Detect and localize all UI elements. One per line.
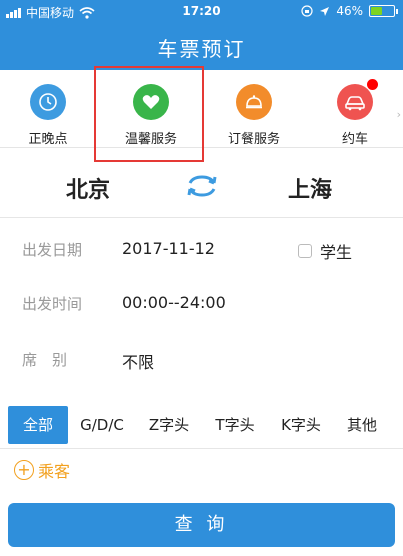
battery-icon [369,5,398,17]
service-car[interactable]: 约车 [311,78,399,147]
passenger-label: 乘客 [38,462,71,481]
student-option[interactable]: 学生 [298,239,352,263]
page-title: 车票预订 [157,37,246,61]
service-label: 订餐服务 [227,132,280,147]
train-type-all[interactable]: 全部 [8,405,68,444]
departure-time-row[interactable]: 出发时间 00:00--24:00 [0,275,403,331]
departure-time-label: 出发时间 [22,295,83,313]
train-type-t[interactable]: T字头 [202,406,268,444]
status-right: 46% [301,4,398,18]
seat-class-row[interactable]: 席 别 不限 [0,331,403,387]
status-bar: 中国移动 17:20 46% [0,0,403,22]
plus-circle-icon: + [14,460,34,480]
to-station[interactable]: 上海 [288,172,332,204]
food-cover-icon [236,84,272,120]
from-station[interactable]: 北京 [66,172,110,204]
car-icon [337,78,379,120]
clock-icon [30,84,66,120]
service-label: 约车 [341,132,368,147]
add-passenger-button[interactable]: + 乘客 [14,458,70,482]
student-checkbox[interactable] [298,244,312,258]
route-selector: 北京 上海 [0,148,403,218]
departure-date-label: 出发日期 [22,241,83,259]
departure-date-row[interactable]: 出发日期 2017-11-12 学生 [0,221,403,277]
battery-fill [371,7,382,15]
student-label: 学生 [320,243,353,262]
service-label: 正晚点 [28,132,68,147]
departure-date-value[interactable]: 2017-11-12 [122,239,215,258]
lock-rotation-icon [301,5,313,17]
battery-percent: 46% [336,4,363,18]
departure-time-value[interactable]: 00:00--24:00 [122,293,226,312]
chevron-right-icon: › [396,108,401,121]
seat-class-label: 席 别 [22,351,68,369]
train-type-z[interactable]: Z字头 [136,406,202,444]
train-type-filter: 全部 G/D/C Z字头 T字头 K字头 其他 [0,401,403,449]
train-type-other[interactable]: 其他 [334,406,390,444]
service-meal[interactable]: 订餐服务 [210,84,298,147]
seat-class-value[interactable]: 不限 [122,349,154,373]
query-button[interactable]: 查 询 [8,503,395,547]
notification-badge [366,78,379,91]
nav-bar: 车票预订 [0,22,403,70]
train-type-gdc[interactable]: G/D/C [68,406,136,444]
train-type-k[interactable]: K字头 [268,406,334,444]
service-delay-status[interactable]: 正晚点 [4,84,92,147]
location-arrow-icon [320,6,330,16]
swap-icon[interactable] [184,174,220,202]
